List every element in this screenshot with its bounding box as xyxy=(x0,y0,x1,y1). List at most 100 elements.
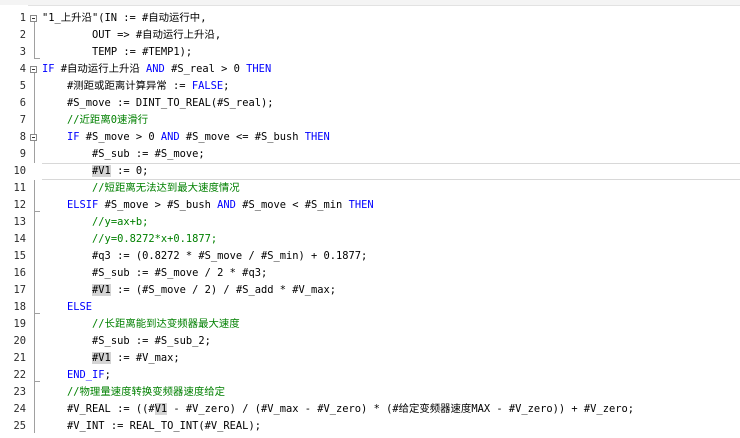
code-line[interactable]: 15 #q3 := (0.8272 * #S_move / #S_min) + … xyxy=(0,248,740,265)
code-token: #V_INT := REAL_TO_INT(#V_REAL); xyxy=(42,420,261,432)
code-line[interactable]: 6 #S_move := DINT_TO_REAL(#S_real); xyxy=(0,95,740,112)
line-number: 6 xyxy=(19,97,26,109)
code-line[interactable]: 16 #S_sub := #S_move / 2 * #q3; xyxy=(0,265,740,282)
line-number: 3 xyxy=(19,46,26,58)
highlighted-variable: V1 xyxy=(154,403,168,415)
code-line[interactable]: 18 ELSE xyxy=(0,299,740,316)
keyword-token: FALSE xyxy=(191,80,224,92)
code-token: := 0; xyxy=(110,165,149,177)
comment-token: //近距离0速滑行 xyxy=(42,114,149,126)
line-number: 24 xyxy=(13,403,26,415)
code-text: IF #自动运行上升沿 AND #S_real > 0 THEN xyxy=(42,61,271,78)
comment-token: //y=0.8272*x+0.1877; xyxy=(42,233,218,245)
line-number: 4 xyxy=(19,63,26,75)
code-line[interactable]: 4 IF #自动运行上升沿 AND #S_real > 0 THEN xyxy=(0,61,740,78)
code-token: #S_sub := #S_sub_2; xyxy=(42,335,211,347)
code-token: := #V_max; xyxy=(110,352,180,364)
code-text: #S_sub := #S_move / 2 * #q3; xyxy=(42,265,267,282)
keyword-token: AND xyxy=(146,63,165,75)
code-line[interactable]: 17 #V1 := (#S_move / 2) / #S_add * #V_ma… xyxy=(0,282,740,299)
code-line[interactable]: 21 #V1 := #V_max; xyxy=(0,350,740,367)
code-line[interactable]: 10 #V1 := 0; xyxy=(0,163,740,180)
line-number: 20 xyxy=(13,335,26,347)
code-line[interactable]: 8 IF #S_move > 0 AND #S_move <= #S_bush … xyxy=(0,129,740,146)
code-line[interactable]: 5 #测距或距离计算异常 := FALSE; xyxy=(0,78,740,95)
code-text: "1_上升沿"(IN := #自动运行中, xyxy=(42,10,206,27)
line-number: 16 xyxy=(13,267,26,279)
code-line[interactable]: 7 //近距离0速滑行 xyxy=(0,112,740,129)
code-line[interactable]: 25 #V_INT := REAL_TO_INT(#V_REAL); xyxy=(0,418,740,435)
code-line[interactable]: 24 #V_REAL := ((#V1 - #V_zero) / (#V_max… xyxy=(0,401,740,418)
code-token: TEMP := #TEMP1); xyxy=(42,46,193,58)
code-token: #S_move < #S_min xyxy=(235,199,349,211)
code-text: //短距离无法达到最大速度情况 xyxy=(42,180,240,197)
highlighted-variable: #V1 xyxy=(92,165,111,177)
code-text: #q3 := (0.8272 * #S_move / #S_min) + 0.1… xyxy=(42,248,367,265)
line-number: 22 xyxy=(13,369,26,381)
code-line[interactable]: 22 END_IF; xyxy=(0,367,740,384)
code-text: TEMP := #TEMP1); xyxy=(42,44,192,61)
code-line[interactable]: 1 "1_上升沿"(IN := #自动运行中, xyxy=(0,10,740,27)
code-token: ; xyxy=(223,80,230,92)
code-token: ; xyxy=(104,369,111,381)
keyword-token: IF xyxy=(67,131,80,143)
code-editor[interactable]: 1 "1_上升沿"(IN := #自动运行中, 2 OUT => #自动运行上升沿,… xyxy=(0,10,740,435)
code-token: OUT => #自动运行上升沿, xyxy=(42,29,222,41)
keyword-token: AND xyxy=(217,199,236,211)
code-token: #S_move > 0 xyxy=(79,131,161,143)
code-token: - #V_zero) / (#V_max - #V_zero) * (#给定变频… xyxy=(167,403,634,415)
keyword-token: THEN xyxy=(304,131,330,143)
code-text: OUT => #自动运行上升沿, xyxy=(42,27,221,44)
comment-token: //y=ax+b; xyxy=(42,216,149,228)
line-number: 9 xyxy=(19,148,26,160)
line-number: 21 xyxy=(13,352,26,364)
code-line[interactable]: 2 OUT => #自动运行上升沿, xyxy=(0,27,740,44)
line-number: 13 xyxy=(13,216,26,228)
line-number: 19 xyxy=(13,318,26,330)
code-text: ELSIF #S_move > #S_bush AND #S_move < #S… xyxy=(42,197,374,214)
code-text: END_IF; xyxy=(42,367,111,384)
line-number: 18 xyxy=(13,301,26,313)
line-number: 25 xyxy=(13,420,26,432)
comment-token: //短距离无法达到最大速度情况 xyxy=(42,182,240,194)
line-number: 7 xyxy=(19,114,26,126)
line-number: 23 xyxy=(13,386,26,398)
code-text: #测距或距离计算异常 := FALSE; xyxy=(42,78,229,95)
line-number: 12 xyxy=(13,199,26,211)
code-line[interactable]: 12 ELSIF #S_move > #S_bush AND #S_move <… xyxy=(0,197,740,214)
code-text: #V1 := (#S_move / 2) / #S_add * #V_max; xyxy=(42,282,336,299)
code-token: DINT_TO_REAL(#S_real); xyxy=(135,97,274,109)
code-line[interactable]: 9 #S_sub := #S_move; xyxy=(0,146,740,163)
code-line[interactable]: 3 TEMP := #TEMP1); xyxy=(0,44,740,61)
code-line[interactable]: 13 //y=ax+b; xyxy=(0,214,740,231)
code-text: //近距离0速滑行 xyxy=(42,112,148,129)
line-number: 10 xyxy=(13,165,26,177)
highlighted-variable: #V1 xyxy=(92,284,111,296)
code-line[interactable]: 19 //长距离能到达变频器最大速度 xyxy=(0,316,740,333)
code-text: #V_INT := REAL_TO_INT(#V_REAL); xyxy=(42,418,261,435)
code-text: #S_sub := #S_move; xyxy=(42,146,205,163)
code-token: #S_move <= #S_bush xyxy=(179,131,305,143)
code-token: #q3 := (0.8272 * #S_move / #S_min) + 0.1… xyxy=(42,250,368,262)
code-text: ELSE xyxy=(42,299,92,316)
line-number: 8 xyxy=(19,131,26,143)
comment-token: //长距离能到达变频器最大速度 xyxy=(42,318,240,330)
code-text: IF #S_move > 0 AND #S_move <= #S_bush TH… xyxy=(42,129,330,146)
line-number: 1 xyxy=(19,12,26,24)
keyword-token: THEN xyxy=(246,63,272,75)
code-line[interactable]: 14 //y=0.8272*x+0.1877; xyxy=(0,231,740,248)
keyword-token: ELSIF xyxy=(67,199,99,211)
code-token: #S_move := xyxy=(42,97,136,109)
keyword-token: IF xyxy=(42,63,55,75)
code-line[interactable]: 23 //物理量速度转换变频器速度给定 xyxy=(0,384,740,401)
code-token: := (#S_move / 2) / #S_add * #V_max; xyxy=(110,284,337,296)
code-text: //长距离能到达变频器最大速度 xyxy=(42,316,240,333)
keyword-token: AND xyxy=(160,131,180,143)
code-text: #V1 := #V_max; xyxy=(42,350,180,367)
code-line[interactable]: 20 #S_sub := #S_sub_2; xyxy=(0,333,740,350)
code-text: #V_REAL := ((#V1 - #V_zero) / (#V_max - … xyxy=(42,401,634,418)
code-line[interactable]: 11 //短距离无法达到最大速度情况 xyxy=(0,180,740,197)
